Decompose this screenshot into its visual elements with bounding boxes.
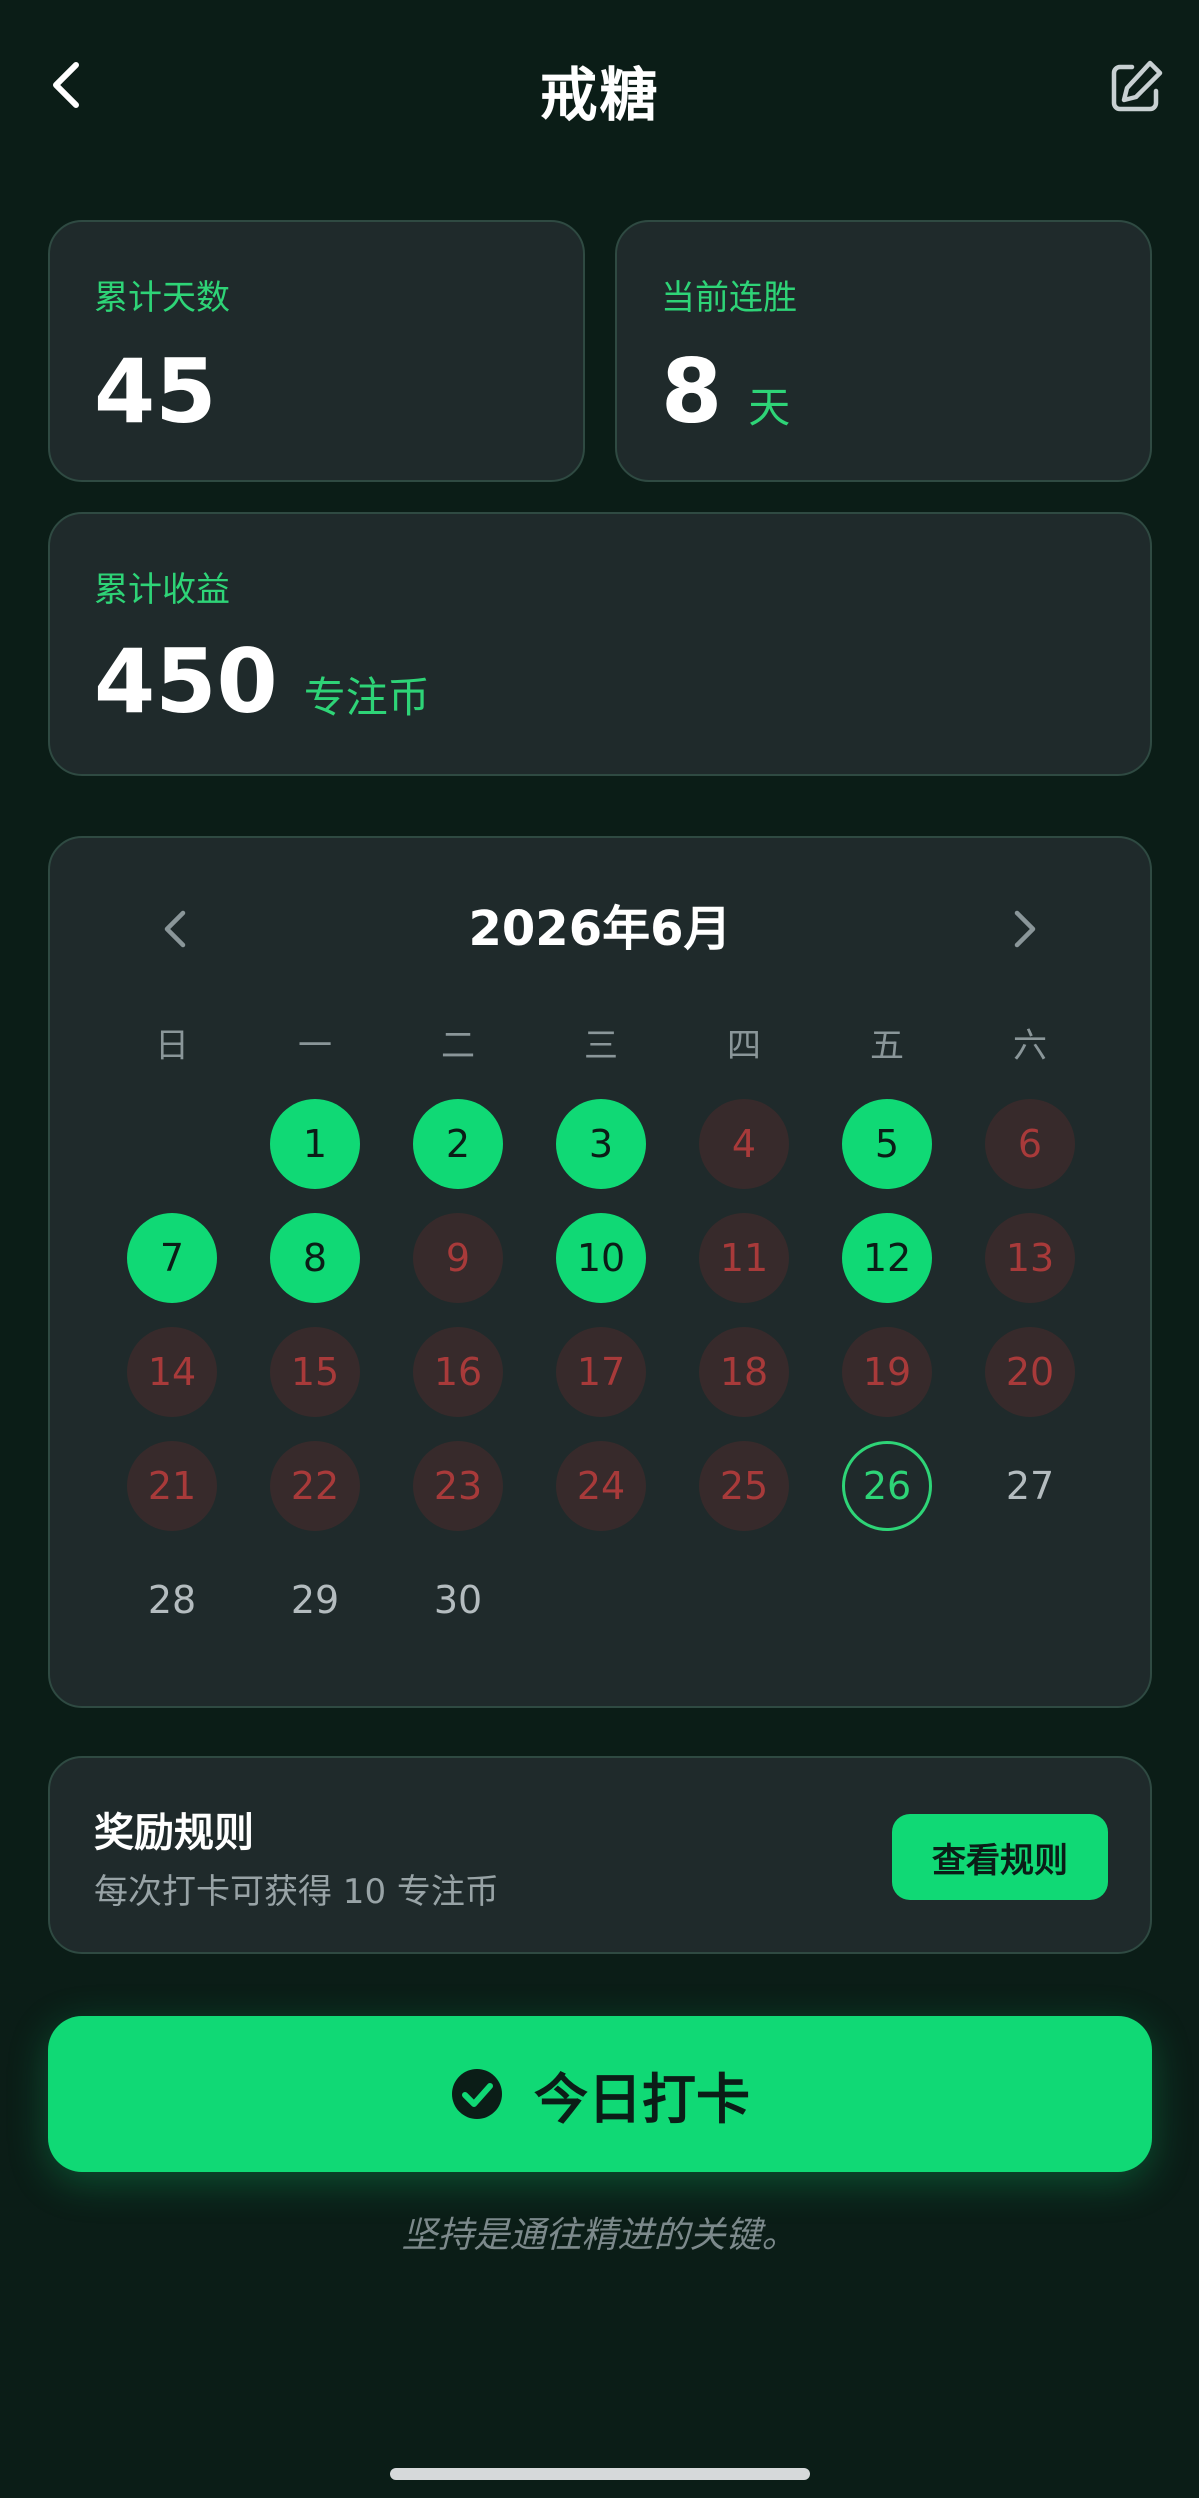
next-month-button[interactable] (990, 894, 1060, 964)
calendar-day[interactable]: 15 (270, 1327, 360, 1417)
calendar-day[interactable]: 24 (556, 1441, 646, 1531)
header: 戒糖 (0, 0, 1199, 170)
calendar-day[interactable]: 6 (985, 1099, 1075, 1189)
earnings-value: 450 (94, 630, 278, 733)
streak-label: 当前连胜 (661, 278, 797, 318)
calendar-day[interactable]: 4 (699, 1099, 789, 1189)
calendar-day[interactable]: 12 (842, 1213, 932, 1303)
page-title: 戒糖 (539, 61, 660, 129)
streak-unit: 天 (748, 383, 791, 432)
check-circle-icon (452, 2069, 502, 2119)
earnings-label: 累计收益 (94, 570, 230, 610)
weekday-label: 一 (298, 1026, 332, 1066)
calendar-day[interactable]: 9 (413, 1213, 503, 1303)
edit-button[interactable] (1103, 54, 1169, 120)
calendar-day[interactable]: 20 (985, 1327, 1075, 1417)
calendar-card: 2026年6月 日一二三四五六 1 2 3 4 5 6 7 8 9 10 11 12 13 14 15 16 1… (48, 836, 1152, 1708)
earnings-value-row: 450 专注币 (94, 638, 430, 726)
calendar-day[interactable]: 11 (699, 1213, 789, 1303)
calendar-day[interactable]: 22 (270, 1441, 360, 1531)
calendar-day[interactable]: 3 (556, 1099, 646, 1189)
calendar-day[interactable]: 10 (556, 1213, 646, 1303)
motto-text: 坚持是通往精进的关键。 (401, 2215, 798, 2256)
calendar-day[interactable]: 2 (413, 1099, 503, 1189)
calendar-day[interactable]: 14 (127, 1327, 217, 1417)
rules-title: 奖励规则 (94, 1810, 254, 1856)
calendar-day[interactable]: 16 (413, 1327, 503, 1417)
calendar-day[interactable]: 8 (270, 1213, 360, 1303)
earnings-unit: 专注币 (303, 673, 430, 722)
calendar-day[interactable]: 13 (985, 1213, 1075, 1303)
calendar-day[interactable]: 17 (556, 1327, 646, 1417)
calendar-day[interactable]: 1 (270, 1099, 360, 1189)
total-days-value: 45 (94, 340, 217, 443)
checkin-label: 今日打卡 (534, 2067, 750, 2131)
earnings-card: 累计收益 450 专注币 (48, 512, 1152, 776)
chevron-right-icon (1014, 910, 1036, 948)
calendar-day[interactable]: 26 (842, 1441, 932, 1531)
streak-value-row: 8天 (661, 348, 790, 436)
total-days-card: 累计天数 45 (48, 220, 585, 482)
weekday-label: 日 (155, 1026, 189, 1066)
calendar-day[interactable]: 30 (413, 1555, 503, 1645)
weekday-label: 五 (870, 1026, 904, 1066)
checkin-button[interactable]: 今日打卡 (48, 2016, 1152, 2172)
calendar-day[interactable]: 28 (127, 1555, 217, 1645)
streak-card: 当前连胜 8天 (615, 220, 1152, 482)
rules-description: 每次打卡可获得 10 专注币 (94, 1872, 499, 1912)
calendar-day[interactable]: 19 (842, 1327, 932, 1417)
streak-value: 8 (661, 340, 723, 443)
weekday-label: 三 (584, 1026, 618, 1066)
view-rules-button[interactable]: 查看规则 (892, 1814, 1108, 1900)
rules-card: 奖励规则 每次打卡可获得 10 专注币 查看规则 (48, 1756, 1152, 1954)
calendar-day[interactable]: 29 (270, 1555, 360, 1645)
calendar-month-title: 2026年6月 (468, 901, 732, 957)
calendar-day[interactable]: 7 (127, 1213, 217, 1303)
home-indicator[interactable] (390, 2468, 810, 2480)
calendar-day[interactable]: 25 (699, 1441, 789, 1531)
calendar-day[interactable]: 27 (985, 1441, 1075, 1531)
calendar-header: 2026年6月 (50, 894, 1150, 964)
weekday-label: 二 (441, 1026, 475, 1066)
calendar-day[interactable]: 21 (127, 1441, 217, 1531)
calendar-day[interactable]: 23 (413, 1441, 503, 1531)
weekday-label: 四 (727, 1026, 761, 1066)
calendar-day[interactable]: 18 (699, 1327, 789, 1417)
total-days-label: 累计天数 (94, 278, 230, 318)
calendar-day[interactable]: 5 (842, 1099, 932, 1189)
edit-icon (1111, 60, 1163, 112)
weekday-label: 六 (1013, 1026, 1047, 1066)
